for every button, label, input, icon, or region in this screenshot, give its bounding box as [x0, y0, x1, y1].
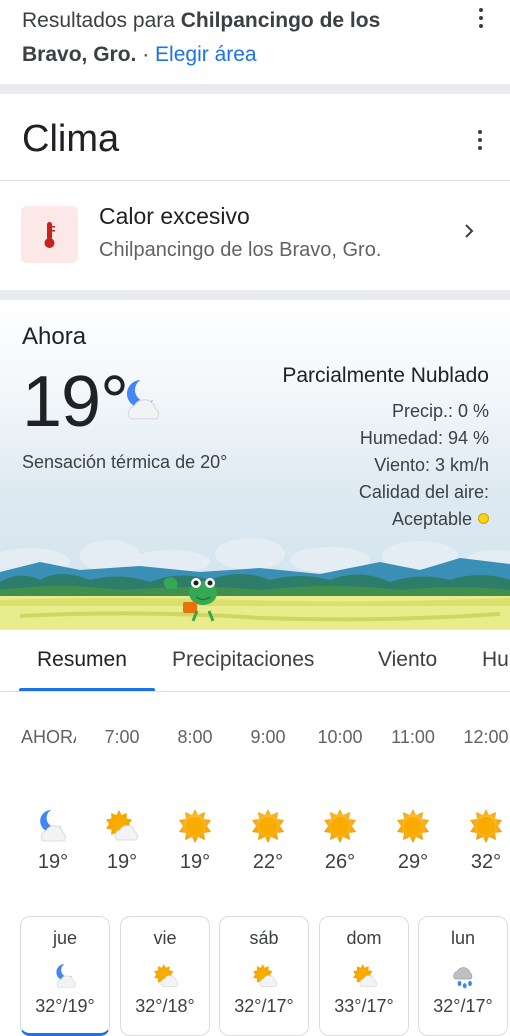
partly-cloudy-day-icon [250, 961, 280, 991]
results-place-line2: Bravo, Gro. [22, 43, 137, 66]
sun-icon [248, 806, 288, 846]
hourly-time: 10:00 [317, 727, 363, 747]
air-quality-text: Aceptable [391, 509, 472, 529]
alert-location: Chilpancingo de los Bravo, Gro. [99, 239, 382, 261]
results-more-icon[interactable] [471, 6, 491, 30]
day-temps: 32°/18° [135, 996, 195, 1016]
day-temps: 32°/17° [234, 996, 294, 1016]
sun-icon [393, 806, 433, 846]
day-card[interactable]: jue 32°/19° [20, 916, 110, 1036]
day-card[interactable]: dom 33°/17° [319, 916, 409, 1036]
hourly-time: 8:00 [177, 727, 213, 747]
hourly-time: 9:00 [250, 727, 286, 747]
sun-icon [320, 806, 360, 846]
condition: Parcialmente Nublado [282, 364, 489, 387]
sun-icon [175, 806, 215, 846]
hourly-temperature: 22° [252, 851, 284, 873]
hourly-temperature: 19° [179, 851, 211, 873]
day-card[interactable]: vie 32°/18° [120, 916, 210, 1036]
partly-cloudy-day-icon [350, 961, 380, 991]
chevron-right-icon[interactable] [462, 224, 476, 238]
feels-like: Sensación térmica de 20° [22, 452, 228, 472]
hourly-temperature: 19° [106, 851, 138, 873]
hourly-temperature: 32° [470, 851, 502, 873]
tabs-divider [0, 691, 510, 692]
alert-title: Calor excesivo [99, 203, 250, 229]
partly-cloudy-day-icon [151, 961, 181, 991]
wind: Viento: 3 km/h [374, 455, 489, 475]
current-temperature: 19° [22, 362, 129, 442]
hourly-time: 7:00 [104, 727, 140, 747]
results-separator: · [136, 43, 156, 66]
hourly-time: 11:00 [391, 727, 435, 747]
hourly-time: AHORA [21, 727, 76, 747]
hourly-temperature: 19° [37, 851, 69, 873]
tab-humedad[interactable]: Hu [482, 648, 509, 672]
day-name: vie [153, 928, 177, 948]
tab-resumen[interactable]: Resumen [37, 648, 127, 672]
partly-cloudy-night-icon [51, 961, 81, 991]
day-temps: 32°/17° [433, 996, 493, 1016]
tab-precipitaciones[interactable]: Precipitaciones [172, 648, 314, 672]
results-place-line1: Chilpancingo de los [180, 9, 381, 32]
air-quality-label: Calidad del aire: [358, 482, 489, 502]
location-results: Resultados para Chilpancingo de los Brav… [22, 4, 462, 72]
sun-icon [466, 806, 506, 846]
partly-cloudy-night-icon [33, 806, 73, 846]
card-more-icon[interactable] [470, 128, 490, 152]
day-name: lun [450, 928, 476, 948]
rain-icon [449, 961, 479, 991]
day-name: jue [52, 928, 78, 948]
day-card[interactable]: lun 32°/17° [418, 916, 508, 1036]
air-quality-value: Aceptable [392, 509, 489, 530]
section-divider [0, 290, 510, 300]
day-card[interactable]: sáb 32°/17° [219, 916, 309, 1036]
hourly-temperature: 29° [397, 851, 429, 873]
hourly-temperature: 26° [324, 851, 356, 873]
day-name: dom [346, 928, 382, 948]
partly-cloudy-night-icon [118, 375, 168, 425]
hourly-time: 12:00 [463, 727, 509, 747]
humidity: Humedad: 94 % [359, 428, 489, 448]
day-temps: 32°/19° [35, 996, 95, 1016]
section-divider [0, 84, 510, 94]
day-name: sáb [249, 928, 279, 948]
results-prefix: Resultados para [22, 9, 181, 32]
day-temps: 33°/17° [334, 996, 394, 1016]
thermometer-icon [21, 206, 78, 263]
now-label: Ahora [22, 323, 87, 350]
precipitation: Precip.: 0 % [391, 401, 489, 421]
partly-cloudy-day-icon [102, 806, 142, 846]
tab-viento[interactable]: Viento [378, 648, 437, 672]
change-area-link[interactable]: Elegir área [155, 43, 257, 66]
air-quality-dot-icon [478, 513, 489, 524]
card-title: Clima [22, 118, 120, 160]
